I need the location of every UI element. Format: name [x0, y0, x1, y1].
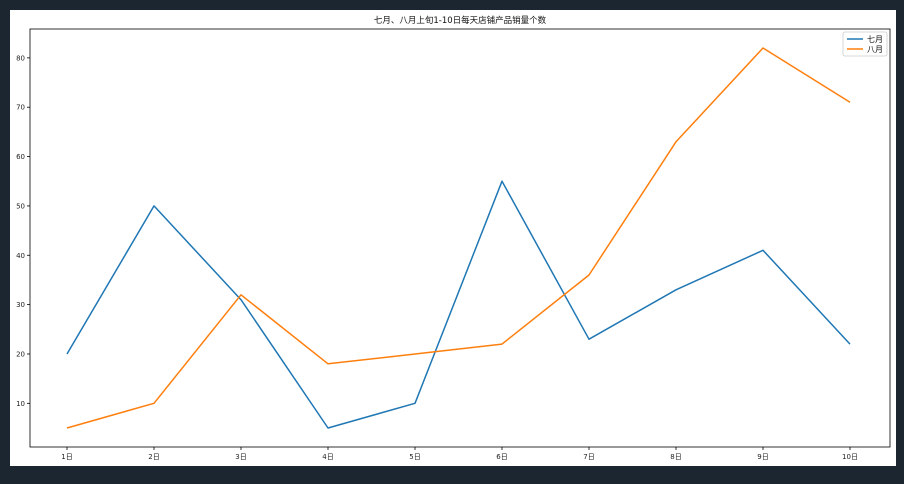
- legend: 七月八月: [842, 31, 888, 57]
- x-tick-label: 5日: [409, 453, 420, 461]
- y-tick-label: 70: [16, 104, 25, 112]
- x-tick-label: 8日: [670, 453, 681, 461]
- line-chart: 七月、八月上旬1-10日每天店铺产品销量个数 1020304050607080 …: [16, 15, 891, 461]
- series-line-1: [66, 180, 851, 429]
- y-tick-label: 50: [16, 202, 25, 210]
- chart-title: 七月、八月上旬1-10日每天店铺产品销量个数: [374, 15, 547, 26]
- y-axis: 10 20 30 40 50 60 70 80: [16, 54, 30, 408]
- y-tick-label: 40: [16, 252, 25, 260]
- x-tick-label: 6日: [496, 453, 507, 461]
- x-axis: 1日 2日 3日 4日 5日 6日 7日 8日 9日 10日: [61, 447, 858, 461]
- chart-figure: 七月、八月上旬1-10日每天店铺产品销量个数 10 20 30 40 50 60 70 80 …: [10, 10, 896, 466]
- x-tick-label: 3日: [235, 453, 246, 461]
- y-tick-label: 20: [16, 350, 25, 358]
- legend-label: 八月: [867, 45, 883, 54]
- series-layer: [66, 47, 851, 429]
- y-tick-label: 30: [16, 301, 25, 309]
- x-tick-label: 2日: [148, 453, 159, 461]
- y-tick-label: 10: [16, 400, 25, 408]
- x-tick-label: 1日: [61, 453, 72, 461]
- y-tick-label: 80: [16, 54, 25, 62]
- x-tick-label: 7日: [583, 453, 594, 461]
- x-tick-label: 10日: [842, 453, 858, 461]
- x-tick-label: 9日: [757, 453, 768, 461]
- y-tick-label: 60: [16, 153, 25, 161]
- plot-area: [29, 28, 891, 448]
- x-tick-label: 4日: [322, 453, 333, 461]
- legend-label: 七月: [867, 35, 883, 44]
